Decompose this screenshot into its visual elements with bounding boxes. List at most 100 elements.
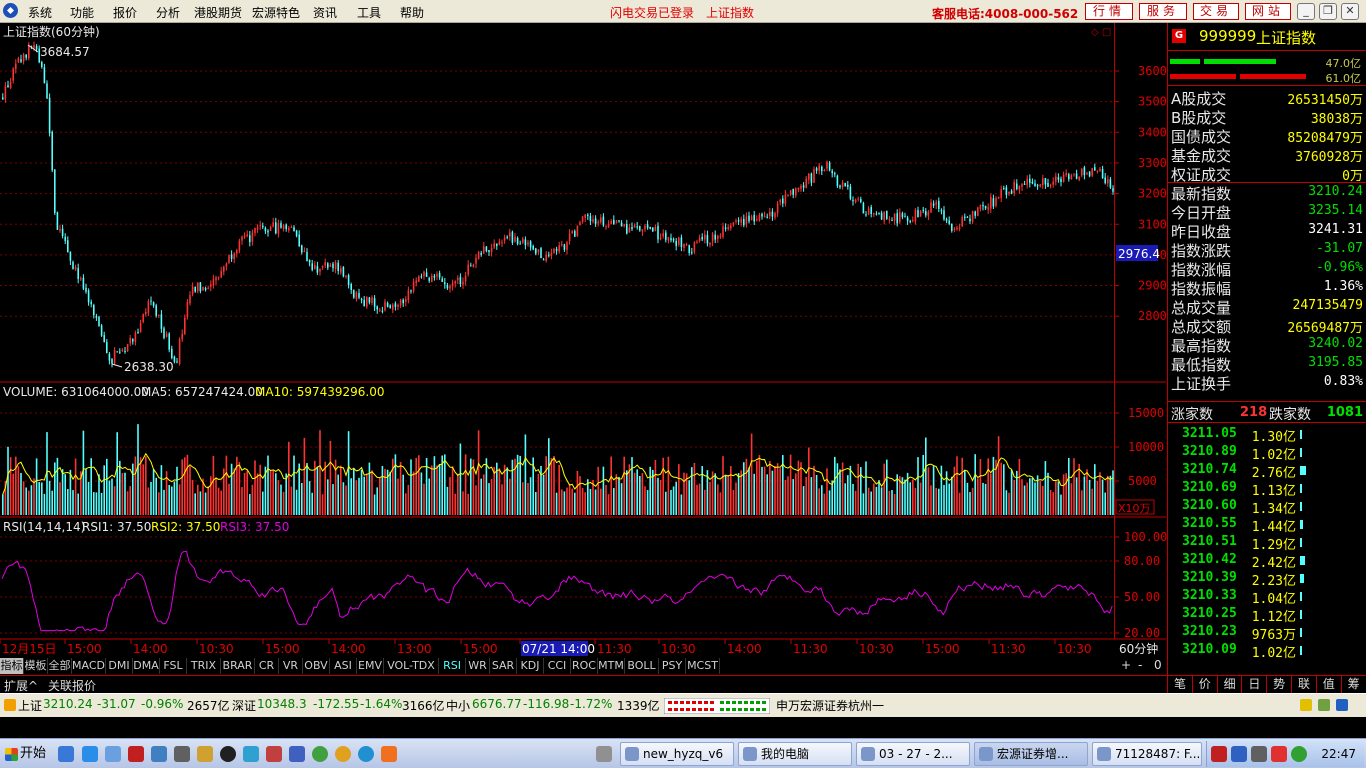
indicator-tab-wr[interactable]: WR	[466, 658, 490, 674]
task-my-computer[interactable]: 我的电脑	[738, 742, 852, 766]
signal-icon[interactable]	[1318, 699, 1330, 711]
side-tab-1[interactable]: 价	[1191, 675, 1217, 693]
candle-body	[470, 265, 472, 267]
menu-function[interactable]: 功能	[70, 4, 94, 21]
service-button[interactable]: 服务	[1139, 3, 1187, 20]
indicator-tab-macd[interactable]: MACD	[72, 658, 106, 674]
expand-tab[interactable]: 扩展^	[4, 677, 38, 694]
connection-icon[interactable]	[1336, 699, 1348, 711]
indicator-tab-cr[interactable]: CR	[255, 658, 279, 674]
side-tab-5[interactable]: 联	[1291, 675, 1316, 693]
app-icon-3[interactable]	[289, 746, 305, 762]
app-icon-4[interactable]	[312, 746, 328, 762]
menu-system[interactable]: 系统	[28, 4, 52, 21]
trade-button[interactable]: 交易	[1193, 3, 1239, 20]
menu-help[interactable]: 帮助	[400, 4, 424, 21]
quote-button[interactable]: 行情	[1085, 3, 1133, 20]
tray-icon-2[interactable]	[1231, 746, 1247, 762]
side-tab-3[interactable]: 日	[1241, 675, 1266, 693]
zoom-reset-button[interactable]: 0	[1154, 658, 1162, 672]
network-icon[interactable]	[151, 746, 167, 762]
task-03-27[interactable]: 03 - 27 - 2...	[856, 742, 970, 766]
menu-analysis[interactable]: 分析	[156, 4, 180, 21]
indicator-tab-boll[interactable]: BOLL	[625, 658, 659, 674]
ticker-icon[interactable]	[4, 699, 16, 711]
indicator-tab-psy[interactable]: PSY	[659, 658, 686, 674]
tray-stock-icon[interactable]	[1211, 746, 1227, 762]
chrome-icon[interactable]	[335, 746, 351, 762]
indicator-tab-obv[interactable]: OBV	[303, 658, 330, 674]
indicator-tab-vol-tdx[interactable]: VOL-TDX	[384, 658, 439, 674]
zoom-in-button[interactable]: +	[1121, 658, 1131, 672]
volume-bar	[197, 484, 199, 515]
indicator-tab-dmi[interactable]: DMI	[106, 658, 133, 674]
indicator-tab-roc[interactable]: ROC	[571, 658, 598, 674]
website-button[interactable]: 网站	[1245, 3, 1291, 20]
indicator-tab-mtm[interactable]: MTM	[598, 658, 625, 674]
menu-hk-futures[interactable]: 港股期货	[194, 4, 242, 21]
volume-icon[interactable]	[1251, 746, 1267, 762]
clock[interactable]: 22:47	[1321, 747, 1356, 761]
app-icon-5[interactable]	[358, 746, 374, 762]
app-logo-icon[interactable]	[3, 3, 18, 18]
app-icon-6[interactable]	[381, 746, 397, 762]
keyboard-icon[interactable]	[596, 746, 612, 762]
side-tab-6[interactable]: 值	[1315, 675, 1341, 693]
indicator-tab-指标[interactable]: 指标	[0, 658, 24, 674]
candle-body	[337, 262, 339, 271]
indicator-tab-brar[interactable]: BRAR	[221, 658, 255, 674]
candle-body	[106, 342, 108, 354]
media-icon[interactable]	[174, 746, 190, 762]
qq-icon[interactable]	[220, 746, 236, 762]
volume-bar	[493, 466, 495, 515]
minimize-icon[interactable]: _	[1297, 3, 1315, 20]
indicator-tab-fsl[interactable]: FSL	[160, 658, 187, 674]
indicator-tab-dma[interactable]: DMA	[133, 658, 160, 674]
desktop-icon[interactable]	[58, 746, 74, 762]
related-quote-tab[interactable]: 关联报价	[48, 677, 96, 694]
rsi-tick: 100.00	[1124, 530, 1167, 544]
stock-app-icon[interactable]	[128, 746, 144, 762]
indicator-tab-cci[interactable]: CCI	[544, 658, 571, 674]
side-tab-2[interactable]: 细	[1216, 675, 1242, 693]
app-icon-2[interactable]	[266, 746, 282, 762]
menu-hongyuan[interactable]: 宏源特色	[252, 4, 300, 21]
side-tab-0[interactable]: 笔	[1167, 675, 1192, 693]
candle-body	[12, 68, 14, 81]
side-tab-4[interactable]: 势	[1266, 675, 1291, 693]
ie-icon[interactable]	[82, 746, 98, 762]
tray-icon-5[interactable]	[1291, 746, 1307, 762]
time-label: 15:00	[925, 642, 960, 656]
indicator-tab-emv[interactable]: EMV	[357, 658, 384, 674]
restore-icon[interactable]: ❐	[1319, 3, 1337, 20]
notification-icon[interactable]	[1300, 699, 1312, 711]
start-button[interactable]: 开始	[2, 742, 48, 766]
browser-icon[interactable]	[105, 746, 121, 762]
candle-body	[82, 277, 85, 289]
chart-settings-icon[interactable]: ◇ ▢	[1091, 27, 1111, 38]
indicator-tab-rsi[interactable]: RSI	[439, 658, 466, 674]
volume-bar	[644, 486, 646, 515]
period-label[interactable]: 60分钟	[1119, 641, 1158, 656]
task-new-hyzq[interactable]: new_hyzq_v6	[620, 742, 734, 766]
indicator-tab-mcst[interactable]: MCST	[686, 658, 720, 674]
indicator-tab-sar[interactable]: SAR	[490, 658, 517, 674]
folder-icon[interactable]	[197, 746, 213, 762]
indicator-tab-vr[interactable]: VR	[279, 658, 303, 674]
indicator-tab-全部[interactable]: 全部	[48, 658, 72, 674]
menu-quote[interactable]: 报价	[113, 4, 137, 21]
app-icon-1[interactable]	[243, 746, 259, 762]
indicator-tab-trix[interactable]: TRIX	[187, 658, 221, 674]
close-icon[interactable]: ✕	[1341, 3, 1359, 20]
menu-tools[interactable]: 工具	[357, 4, 381, 21]
indicator-tab-asi[interactable]: ASI	[330, 658, 357, 674]
zoom-out-button[interactable]: -	[1138, 658, 1142, 672]
menu-news[interactable]: 资讯	[313, 4, 337, 21]
task-71128487[interactable]: 71128487: F...	[1092, 742, 1202, 766]
task-hongyuan[interactable]: 宏源证券增...	[974, 742, 1088, 766]
indicator-tab-模板[interactable]: 模板	[24, 658, 48, 674]
chart-canvas[interactable]: 360035003400330032003100300029002800 上证指…	[0, 23, 1167, 693]
indicator-tab-kdj[interactable]: KDJ	[517, 658, 544, 674]
side-tab-7[interactable]: 筹	[1340, 675, 1366, 693]
tray-icon-4[interactable]	[1271, 746, 1287, 762]
